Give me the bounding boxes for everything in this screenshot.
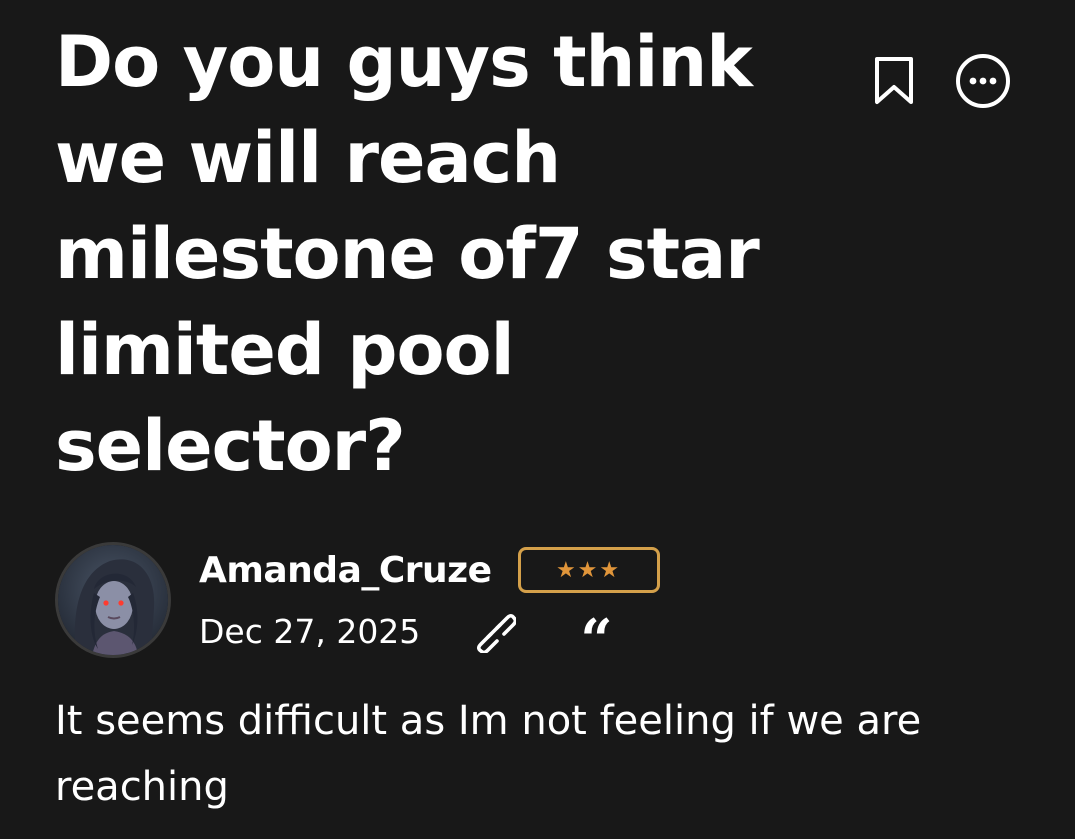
avatar[interactable] — [55, 542, 171, 658]
author-name-line: Amanda_Cruze ★★★ — [199, 542, 660, 598]
post-body: It seems difficult as Im not feeling if … — [55, 698, 922, 810]
rank-badge: ★★★ — [517, 547, 660, 593]
author-meta: Amanda_Cruze ★★★ Dec 27, 2025 “ — [199, 542, 660, 669]
quote-icon[interactable]: “ — [580, 602, 612, 668]
bookmark-icon[interactable] — [872, 54, 916, 108]
author-row: Amanda_Cruze ★★★ Dec 27, 2025 “ — [55, 540, 660, 669]
author-name[interactable]: Amanda_Cruze — [199, 550, 492, 591]
more-options-icon[interactable] — [954, 52, 1012, 110]
link-icon[interactable] — [472, 609, 517, 653]
post-date: Dec 27, 2025 — [199, 611, 421, 651]
post-meta-line: Dec 27, 2025 “ — [199, 602, 660, 669]
post-title: Do you guys think we will reach mileston… — [55, 21, 760, 487]
post-actions — [872, 52, 1012, 110]
